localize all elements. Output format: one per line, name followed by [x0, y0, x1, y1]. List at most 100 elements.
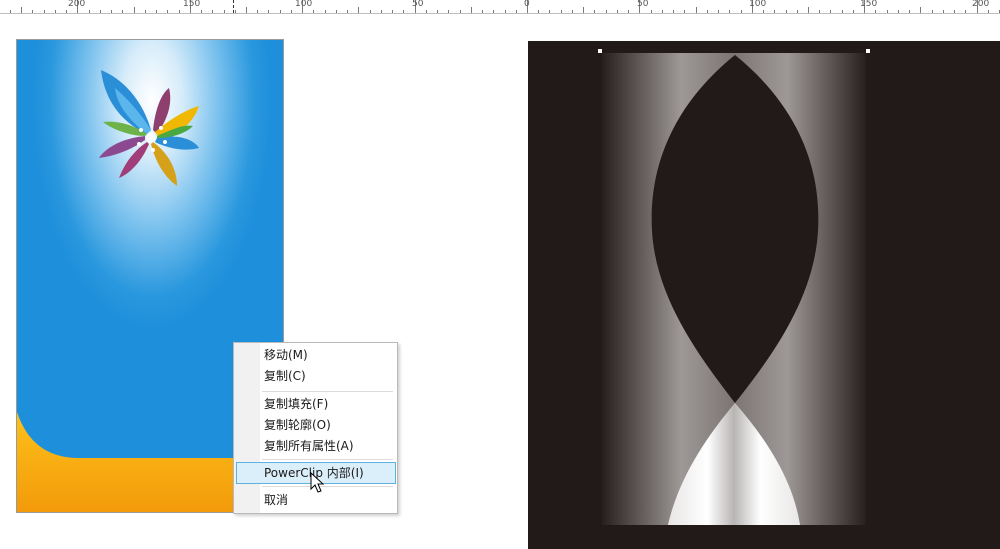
ruler-tick	[246, 7, 247, 13]
ruler-tick	[66, 10, 67, 13]
ruler-tick	[606, 10, 607, 13]
mouse-pointer-icon	[310, 472, 324, 493]
menu-item-copy-fill[interactable]: 复制填充(F)	[264, 395, 328, 414]
menu-icon-gutter	[234, 343, 260, 513]
menu-item-copy[interactable]: 复制(C)	[264, 367, 306, 386]
ruler-tick	[493, 10, 494, 13]
ruler-tick	[830, 10, 831, 13]
ruler-tick	[786, 10, 787, 13]
ruler-tick	[549, 10, 550, 13]
menu-separator	[262, 391, 393, 392]
ruler-tick	[291, 10, 292, 13]
ruler-tick	[347, 10, 348, 13]
ruler-tick	[505, 10, 506, 13]
ruler-tick	[954, 10, 955, 13]
ruler-tick	[651, 10, 652, 13]
ruler-tick	[403, 10, 404, 13]
flower-logo-icon	[99, 70, 199, 186]
ruler-cursor-marker	[233, 0, 234, 13]
ruler-tick	[392, 10, 393, 13]
ruler-label: 150	[183, 0, 201, 9]
ruler-tick	[920, 7, 921, 13]
ruler-label: 100	[295, 0, 313, 9]
ruler-tick	[145, 10, 146, 13]
ruler-tick	[21, 7, 22, 13]
menu-separator	[262, 486, 393, 487]
ruler-tick	[965, 10, 966, 13]
ruler-tick	[336, 10, 337, 13]
ruler-tick	[875, 10, 876, 13]
ruler-label: 150	[860, 0, 878, 9]
ruler-tick	[808, 7, 809, 13]
menu-separator	[262, 459, 393, 460]
ruler-tick	[538, 10, 539, 13]
ruler-tick	[662, 10, 663, 13]
ruler-label: 50	[412, 0, 424, 9]
dark-gradient-graphic[interactable]	[528, 41, 1000, 549]
ruler-tick	[325, 10, 326, 13]
ruler-tick	[684, 10, 685, 13]
ruler-tick	[673, 10, 674, 13]
ruler-tick	[10, 10, 11, 13]
ruler-tick	[134, 7, 135, 13]
ruler-tick	[471, 7, 472, 13]
menu-item-copy-all-attributes[interactable]: 复制所有属性(A)	[264, 437, 354, 456]
ruler-tick	[460, 10, 461, 13]
ruler-label: 200	[68, 0, 86, 9]
ruler-tick	[909, 10, 910, 13]
ruler-tick	[988, 10, 989, 13]
ruler-tick	[100, 10, 101, 13]
ruler-label: 0	[524, 0, 530, 9]
ruler-tick	[741, 10, 742, 13]
ruler-tick	[426, 10, 427, 13]
ruler-tick	[887, 10, 888, 13]
hourglass-gradient-art	[598, 49, 870, 525]
ruler-tick	[763, 10, 764, 13]
ruler-tick	[235, 10, 236, 13]
ruler-tick	[842, 10, 843, 13]
ruler-tick	[280, 10, 281, 13]
ruler-tick	[167, 10, 168, 13]
ruler-tick	[516, 10, 517, 13]
ruler-tick	[111, 10, 112, 13]
ruler-tick	[774, 10, 775, 13]
ruler-tick	[201, 10, 202, 13]
ruler-tick	[819, 10, 820, 13]
ruler-tick	[696, 7, 697, 13]
horizontal-ruler[interactable]: 200 150 100 50 0 50 100 150 200	[0, 0, 1000, 14]
ruler-tick	[44, 10, 45, 13]
menu-item-copy-outline[interactable]: 复制轮廓(O)	[264, 416, 331, 435]
ruler-tick	[628, 10, 629, 13]
ruler-tick	[482, 10, 483, 13]
ruler-tick	[448, 10, 449, 13]
ruler-tick	[797, 10, 798, 13]
ruler-tick	[617, 10, 618, 13]
ruler-tick	[179, 10, 180, 13]
ruler-tick	[224, 10, 225, 13]
ruler-tick	[122, 10, 123, 13]
ruler-tick	[572, 10, 573, 13]
ruler-tick	[583, 7, 584, 13]
ruler-tick	[257, 10, 258, 13]
ruler-tick	[55, 10, 56, 13]
ruler-tick	[561, 10, 562, 13]
ruler-tick	[718, 10, 719, 13]
ruler-tick	[156, 10, 157, 13]
ruler-tick	[943, 10, 944, 13]
ruler-label: 50	[637, 0, 649, 9]
ruler-tick	[370, 10, 371, 13]
ruler-label: 100	[749, 0, 767, 9]
ruler-tick	[358, 7, 359, 13]
ruler-tick	[729, 10, 730, 13]
ruler-tick	[707, 10, 708, 13]
drawing-canvas[interactable]	[0, 14, 1000, 549]
ruler-tick	[898, 10, 899, 13]
ruler-tick	[853, 10, 854, 13]
ruler-tick	[313, 10, 314, 13]
menu-item-move[interactable]: 移动(M)	[264, 346, 308, 365]
ruler-tick	[268, 10, 269, 13]
ruler-tick	[89, 10, 90, 13]
ruler-tick	[437, 10, 438, 13]
menu-item-cancel[interactable]: 取消	[264, 491, 288, 510]
ruler-tick	[381, 10, 382, 13]
